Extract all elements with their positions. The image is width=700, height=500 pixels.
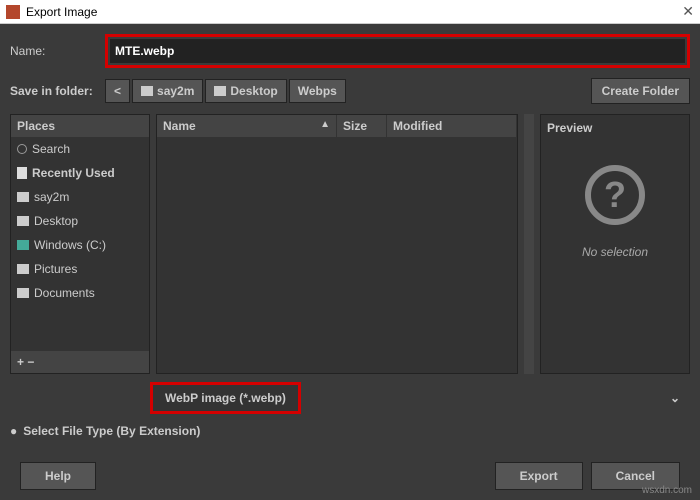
back-button[interactable]: < [105, 79, 130, 103]
folder-icon [17, 288, 29, 298]
preview-header: Preview [547, 121, 683, 135]
col-name[interactable]: Name▲ [157, 115, 337, 137]
file-list-body[interactable] [157, 137, 517, 373]
folder-icon [17, 192, 29, 202]
filetype-row[interactable]: WebP image (*.webp) ⌄ [10, 382, 690, 414]
folder-icon [17, 216, 29, 226]
recent-icon [17, 167, 27, 179]
col-size[interactable]: Size [337, 115, 387, 137]
places-header: Places [11, 115, 149, 137]
crumb-webps[interactable]: Webps [289, 79, 346, 103]
preview-panel: Preview ? No selection [540, 114, 690, 374]
filename-input[interactable] [110, 39, 685, 63]
watermark: wsxdn.com [642, 485, 692, 496]
dialog-footer: Help Export Cancel [0, 462, 700, 490]
place-say2m[interactable]: say2m [11, 185, 149, 209]
place-recent[interactable]: Recently Used [11, 161, 149, 185]
preview-empty-text: No selection [547, 245, 683, 259]
place-search[interactable]: Search [11, 137, 149, 161]
close-icon[interactable]: ✕ [682, 3, 694, 20]
sort-arrow-icon: ▲ [320, 119, 330, 133]
save-folder-label: Save in folder: [10, 84, 105, 98]
app-icon [6, 5, 20, 19]
drive-icon [17, 240, 29, 250]
col-modified[interactable]: Modified [387, 115, 517, 137]
place-desktop[interactable]: Desktop [11, 209, 149, 233]
file-list-header: Name▲ Size Modified [157, 115, 517, 137]
name-label: Name: [10, 44, 105, 58]
places-add-remove[interactable]: + − [11, 351, 149, 373]
help-button[interactable]: Help [20, 462, 96, 490]
place-documents[interactable]: Documents [11, 281, 149, 305]
name-highlight [105, 34, 690, 68]
create-folder-button[interactable]: Create Folder [591, 78, 690, 104]
search-icon [17, 144, 27, 154]
bullet-icon: ● [10, 424, 17, 438]
chevron-down-icon[interactable]: ⌄ [670, 391, 680, 405]
filetype-selector[interactable]: WebP image (*.webp) [150, 382, 301, 414]
folder-icon [141, 86, 153, 96]
title-bar: Export Image ✕ [0, 0, 700, 24]
select-file-type-toggle[interactable]: ● Select File Type (By Extension) [10, 424, 690, 438]
help-icon: ? [585, 165, 645, 225]
crumb-say2m[interactable]: say2m [132, 79, 203, 103]
place-windows-c[interactable]: Windows (C:) [11, 233, 149, 257]
crumb-desktop[interactable]: Desktop [205, 79, 286, 103]
scrollbar[interactable] [524, 114, 534, 374]
place-pictures[interactable]: Pictures [11, 257, 149, 281]
file-list-panel: Name▲ Size Modified [156, 114, 518, 374]
folder-icon [214, 86, 226, 96]
export-button[interactable]: Export [495, 462, 583, 490]
window-title: Export Image [26, 5, 682, 19]
places-panel: Places Search Recently Used say2m Deskto… [10, 114, 150, 374]
folder-icon [17, 264, 29, 274]
